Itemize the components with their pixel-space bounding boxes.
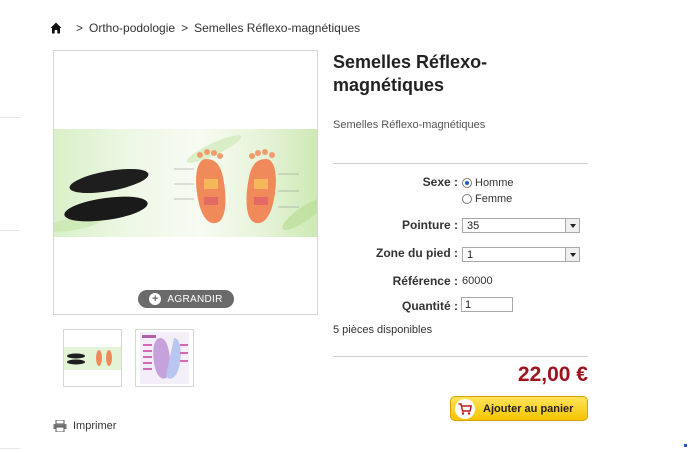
thumbnail-1[interactable] xyxy=(63,329,122,387)
add-to-cart-button[interactable]: Ajouter au panier xyxy=(450,396,588,421)
zoom-button[interactable]: + AGRANDIR xyxy=(138,290,234,308)
quantite-label: Quantité : xyxy=(402,299,458,313)
home-icon[interactable] xyxy=(50,22,62,34)
zone-select-value: 1 xyxy=(467,248,474,261)
radio-femme[interactable]: Femme xyxy=(462,193,512,205)
reference-value: 60000 xyxy=(462,275,493,287)
pointure-label: Pointure : xyxy=(402,218,458,232)
radio-button[interactable] xyxy=(462,194,472,204)
product-title: Semelles Réflexo- magnétiques xyxy=(333,51,583,97)
product-photo xyxy=(54,129,317,237)
breadcrumb-current: Semelles Réflexo-magnétiques xyxy=(194,21,361,35)
pointure-select-value: 35 xyxy=(467,219,480,232)
divider xyxy=(0,230,20,231)
product-short-description: Semelles Réflexo-magnétiques xyxy=(333,119,486,131)
product-title-line: Semelles Réflexo- xyxy=(333,52,488,72)
reference-label: Référence : xyxy=(392,274,458,288)
chevron-down-icon[interactable] xyxy=(565,219,579,232)
product-main-image[interactable]: + AGRANDIR xyxy=(53,50,318,315)
breadcrumb-separator: > xyxy=(76,21,84,35)
radio-button-checked[interactable] xyxy=(462,178,472,188)
divider xyxy=(0,117,20,118)
divider xyxy=(333,356,588,357)
zoom-button-label: AGRANDIR xyxy=(167,293,223,305)
add-to-cart-label: Ajouter au panier xyxy=(483,402,574,415)
zoom-in-icon: + xyxy=(149,293,162,305)
decorative-dot xyxy=(684,444,687,447)
print-link[interactable]: Imprimer xyxy=(53,420,116,432)
printer-icon xyxy=(53,420,67,432)
product-price: 22,00 € xyxy=(517,363,588,386)
quantity-input[interactable]: 1 xyxy=(461,297,513,312)
breadcrumb-separator: > xyxy=(181,21,189,35)
cart-icon xyxy=(455,398,475,419)
quantity-input-value: 1 xyxy=(465,298,472,311)
breadcrumb: > Ortho-podologie > Semelles Réflexo-mag… xyxy=(50,19,366,37)
radio-label-femme: Femme xyxy=(475,193,513,205)
radio-label-homme: Homme xyxy=(475,177,514,189)
zone-select[interactable]: 1 xyxy=(462,247,580,262)
radio-homme[interactable]: Homme xyxy=(462,177,514,189)
print-label: Imprimer xyxy=(73,420,117,432)
breadcrumb-link-category[interactable]: Ortho-podologie xyxy=(89,21,175,35)
zone-label: Zone du pied : xyxy=(376,246,458,260)
divider xyxy=(333,163,588,164)
chevron-down-icon[interactable] xyxy=(565,248,579,261)
pointure-select[interactable]: 35 xyxy=(462,218,580,233)
divider xyxy=(0,448,20,449)
sexe-label: Sexe : xyxy=(422,175,458,189)
stock-availability: 5 pièces disponibles xyxy=(333,324,433,336)
product-title-line: magnétiques xyxy=(333,75,445,95)
thumbnail-2[interactable] xyxy=(135,329,194,387)
